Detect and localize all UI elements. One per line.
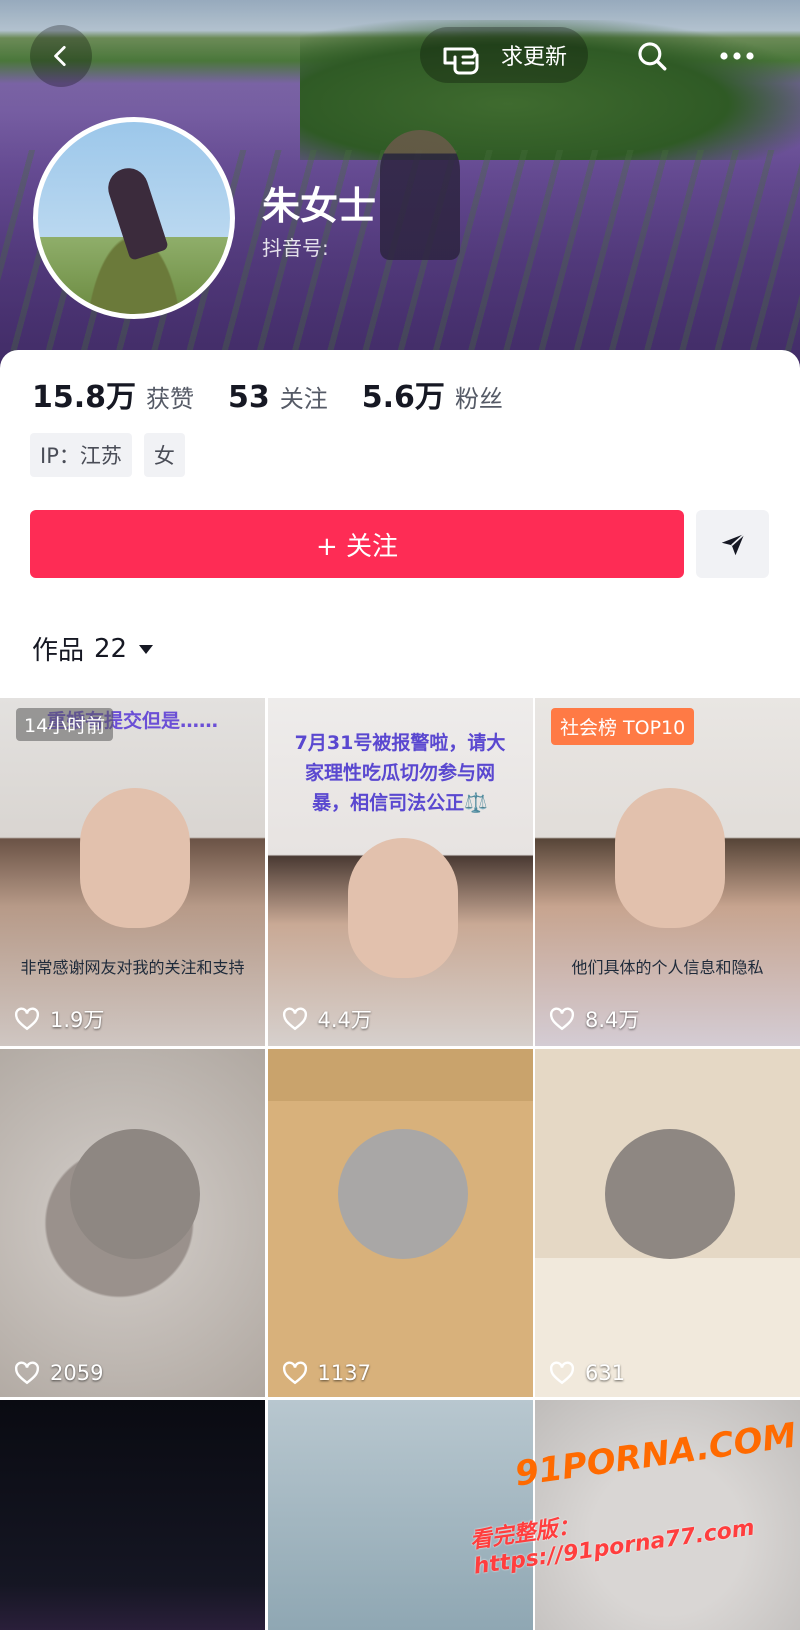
video-grid: 重婚有提交但是…… 14小时前 非常感谢网友对我的关注和支持 1.9万 7月31… [0, 698, 800, 1630]
like-count-value: 1.9万 [50, 1008, 105, 1032]
stat-following-value[interactable]: 53 [228, 380, 270, 415]
like-count: 8.4万 [549, 1004, 639, 1034]
back-button[interactable] [30, 25, 92, 87]
heart-icon [549, 1361, 575, 1385]
like-count: 2059 [14, 1361, 103, 1385]
like-count: 1137 [282, 1361, 371, 1385]
stat-likes-value: 15.8万 [32, 380, 137, 415]
request-update-label: 求更新 [500, 45, 567, 70]
like-count: 1.9万 [14, 1004, 104, 1034]
like-count-value: 631 [585, 1361, 626, 1385]
heart-icon [282, 1361, 307, 1385]
video-thumbnail-face [80, 788, 190, 928]
follow-button[interactable]: + 关注 [30, 510, 684, 578]
pointing-hand-icon [443, 47, 479, 75]
video-tile[interactable]: 1137 [267, 1049, 533, 1397]
more-button[interactable] [705, 30, 769, 82]
video-tile[interactable] [0, 1400, 265, 1630]
avatar-figure [103, 163, 169, 261]
video-subtitle: 他们具体的个人信息和隐私 [571, 958, 764, 977]
profile-name: 朱女士 [262, 184, 377, 228]
request-update-button[interactable]: 求更新 [420, 27, 588, 83]
stat-followers-value[interactable]: 5.6万 [362, 372, 445, 416]
time-badge: 14小时前 [16, 708, 114, 741]
video-tile[interactable] [267, 1400, 533, 1630]
like-count-value: 2059 [50, 1361, 104, 1385]
video-thumbnail-dog [70, 1129, 200, 1259]
follow-label: + 关注 [315, 531, 399, 562]
stats-row: 15.8万 获赞 53 关注 5.6万 粉丝 [32, 372, 537, 416]
video-tile[interactable]: 7月31号被报警啦，请大家理性吃瓜切勿参与网暴，相信司法公正⚖️ 4.4万 [267, 698, 533, 1046]
works-tab[interactable]: 作品 22 [32, 630, 155, 667]
video-thumbnail-dog [605, 1129, 735, 1259]
more-dots-icon [720, 52, 754, 60]
video-tile[interactable]: 2059 [0, 1049, 265, 1397]
douyin-id: 抖音号: [262, 236, 329, 260]
works-count: 22 [94, 633, 128, 664]
video-caption: 7月31号被报警啦，请大家理性吃瓜切勿参与网暴，相信司法公正⚖️ [294, 732, 506, 814]
ranking-badge: 社会榜 TOP10 [551, 708, 695, 745]
stat-following-label[interactable]: 关注 [280, 379, 328, 414]
stat-followers-label[interactable]: 粉丝 [455, 379, 503, 414]
video-thumbnail-dog [337, 1129, 468, 1259]
profile-tags: IP：江苏 女 [30, 433, 185, 477]
banner-figure [380, 130, 460, 260]
heart-icon [549, 1007, 575, 1031]
like-count-value: 1137 [317, 1361, 371, 1385]
tag-ip: IP：江苏 [30, 433, 132, 477]
tag-gender: 女 [143, 433, 185, 477]
like-count-value: 8.4万 [585, 1008, 640, 1032]
heart-icon [14, 1007, 40, 1031]
heart-icon [282, 1007, 307, 1031]
like-count: 631 [549, 1361, 625, 1385]
works-label: 作品 [32, 636, 85, 666]
send-icon [721, 533, 745, 556]
video-tile[interactable]: 重婚有提交但是…… 14小时前 非常感谢网友对我的关注和支持 1.9万 [0, 698, 265, 1046]
caret-down-icon [139, 644, 154, 654]
video-thumbnail-face [615, 788, 725, 928]
avatar[interactable] [33, 117, 235, 319]
video-tile[interactable]: 社会榜 TOP10 他们具体的个人信息和隐私 8.4万 [535, 698, 800, 1046]
like-count: 4.4万 [282, 1004, 372, 1034]
search-button[interactable] [620, 30, 684, 82]
chevron-left-icon [54, 45, 66, 67]
share-button[interactable] [696, 510, 769, 578]
video-subtitle: 非常感谢网友对我的关注和支持 [20, 958, 245, 977]
heart-icon [14, 1361, 40, 1385]
video-thumbnail-face [347, 838, 458, 978]
search-icon [638, 42, 667, 71]
stat-likes-label: 获赞 [146, 385, 195, 413]
like-count-value: 4.4万 [317, 1008, 372, 1032]
video-tile[interactable]: 631 [535, 1049, 800, 1397]
